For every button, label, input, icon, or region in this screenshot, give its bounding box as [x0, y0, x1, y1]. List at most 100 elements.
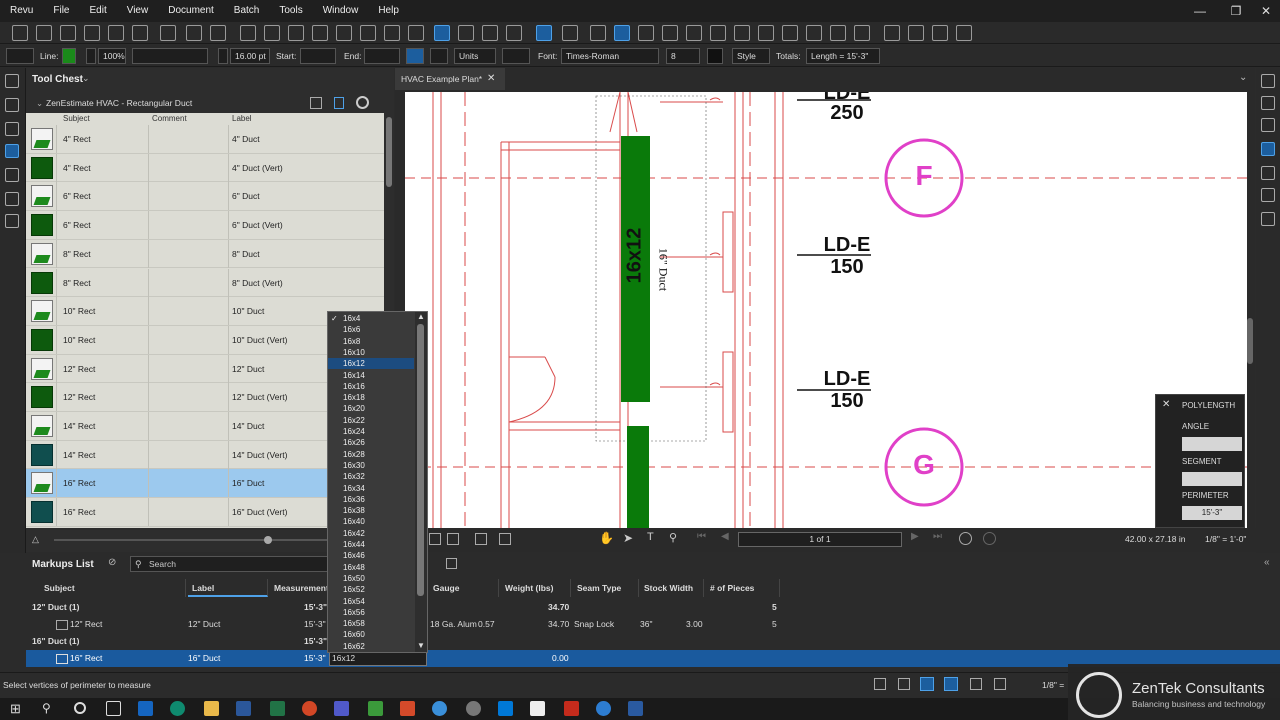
line-width-stepper[interactable] [218, 48, 228, 64]
tool-row[interactable]: 8" Rect 8" Duct [26, 239, 384, 269]
size-slider[interactable] [54, 539, 334, 541]
tool-row[interactable]: 8" Rect 8" Duct (Vert) [26, 268, 384, 298]
tab-menu-chevron-icon[interactable]: ⌄ [1239, 72, 1247, 83]
menu-document[interactable]: Document [158, 0, 224, 22]
dropdown-option[interactable]: 16x62 [328, 641, 414, 652]
ellipse-tool-icon[interactable] [384, 25, 400, 41]
font-select[interactable]: Times-Roman [561, 48, 659, 64]
dropdown-option[interactable]: 16x48 [328, 562, 414, 573]
gear-icon[interactable] [356, 96, 369, 109]
text-select-icon[interactable]: T [647, 531, 654, 543]
snap-to-content-icon[interactable] [920, 677, 934, 691]
reuse-icon[interactable] [970, 678, 982, 690]
rectangle-tool-icon[interactable] [360, 25, 376, 41]
count-measure-icon[interactable] [758, 25, 774, 41]
app-icon-pdf[interactable] [564, 701, 579, 716]
size-slider-thumb[interactable] [264, 536, 272, 544]
outlook-icon[interactable] [138, 701, 153, 716]
next-page-icon[interactable]: ▶ [911, 531, 919, 542]
collapse-chevron-icon[interactable]: ⌄ [36, 94, 43, 112]
tool-row[interactable]: 6" Rect 6" Duct [26, 182, 384, 212]
select-arrow-icon[interactable]: ➤ [623, 531, 633, 545]
font-size-select[interactable]: 8 [666, 48, 700, 64]
status-scale[interactable]: 1/8" = [1042, 680, 1064, 690]
snapshot-icon[interactable] [884, 25, 900, 41]
canvas-scroll-thumb[interactable] [1247, 318, 1253, 364]
line-width-field[interactable]: 16.00 pt [230, 48, 270, 64]
column-measurement[interactable]: Measurement [270, 579, 329, 597]
taskbar-search-icon[interactable]: ⚲ [42, 701, 51, 715]
search-icon[interactable] [1261, 188, 1275, 202]
export-icon[interactable] [446, 558, 457, 569]
dropdown-option[interactable]: 16x24 [328, 426, 414, 437]
crop-icon[interactable] [908, 25, 924, 41]
page-scale[interactable]: 1/8" = 1'-0" [1205, 534, 1246, 544]
measurements-icon[interactable] [1261, 96, 1275, 110]
text-tool-icon[interactable] [12, 25, 28, 41]
forms-icon[interactable] [1261, 118, 1275, 132]
stamp-tool-icon[interactable] [160, 25, 176, 41]
length-tool-icon[interactable] [590, 25, 606, 41]
segment-field[interactable] [1182, 472, 1242, 486]
dropdown-option[interactable]: ✓ 16x4 [328, 313, 414, 324]
column-weight[interactable]: Weight (lbs) [501, 579, 571, 597]
bookmarks-icon[interactable] [5, 98, 19, 112]
studio-icon[interactable] [1261, 212, 1275, 226]
style-select[interactable]: Style [732, 48, 770, 64]
size-dropdown-list[interactable]: ✓ 16x4 16x6 16x8 16x10 16x12 16x14 16x16 16x18 16… [327, 311, 428, 653]
dropdown-option[interactable]: 16x14 [328, 370, 414, 381]
cutout-icon[interactable] [806, 25, 822, 41]
calibrate-icon[interactable] [854, 25, 870, 41]
dropdown-option[interactable]: 16x50 [328, 573, 414, 584]
bluebeam-revu-icon[interactable] [596, 701, 611, 716]
expand-icon[interactable] [310, 97, 322, 109]
volume-measure-icon[interactable] [686, 25, 702, 41]
dropdown-option[interactable]: 16x28 [328, 449, 414, 460]
minimize-icon[interactable]: — [1180, 0, 1220, 22]
snap-to-grid-icon[interactable] [898, 678, 910, 690]
arrow-tool-icon[interactable] [132, 25, 148, 41]
dynamic-fill-icon[interactable] [782, 25, 798, 41]
powerpoint-icon[interactable] [302, 701, 317, 716]
tool-row[interactable]: 4" Rect 4" Duct [26, 125, 384, 154]
last-page-icon[interactable]: ⏭ [933, 531, 942, 542]
dropdown-option[interactable]: 16x6 [328, 324, 414, 335]
grid-icon[interactable] [874, 678, 886, 690]
split-view-icon[interactable] [429, 533, 441, 545]
word-icon[interactable] [236, 701, 251, 716]
units-select[interactable]: Units [454, 48, 496, 64]
scroll-up-icon[interactable]: ▲ [417, 312, 425, 321]
filter-icon[interactable]: ⊘ [108, 557, 116, 568]
app-icon-gray[interactable] [466, 701, 481, 716]
pen-tool-icon[interactable] [60, 25, 76, 41]
font-color-swatch[interactable] [707, 48, 723, 64]
markups-list-title[interactable]: Markups List [32, 559, 94, 570]
edge-icon[interactable] [170, 701, 185, 716]
file-access-icon[interactable] [5, 192, 19, 206]
menu-window[interactable]: Window [313, 0, 369, 22]
app-icon-red[interactable] [400, 701, 415, 716]
radius-measure-icon[interactable] [734, 25, 750, 41]
column-subject[interactable]: Subject [40, 579, 186, 597]
line-style-select[interactable] [132, 48, 208, 64]
teams-icon[interactable] [334, 701, 349, 716]
prev-page-icon[interactable]: ◀ [721, 531, 729, 542]
dropdown-option[interactable]: 16x56 [328, 607, 414, 618]
menu-help[interactable]: Help [368, 0, 409, 22]
highlight-tool-icon[interactable] [36, 25, 52, 41]
tool-row[interactable]: 4" Rect 4" Duct (Vert) [26, 153, 384, 183]
dropdown-option[interactable]: 16x58 [328, 618, 414, 629]
cortana-icon[interactable] [74, 702, 86, 714]
close-tab-icon[interactable]: ✕ [487, 68, 495, 90]
collapse-panel-icon[interactable]: « [1264, 557, 1270, 568]
line-color-swatch[interactable] [62, 48, 76, 64]
dropdown-option[interactable]: 16x32 [328, 471, 414, 482]
menu-view[interactable]: View [117, 0, 159, 22]
chevron-down-icon[interactable]: ⌄ [82, 73, 90, 84]
signatures-icon[interactable] [5, 214, 19, 228]
arc-tool-icon[interactable] [288, 25, 304, 41]
close-icon[interactable]: ✕ [1246, 0, 1280, 22]
select-tool-icon[interactable] [210, 25, 226, 41]
dropdown-scroll-thumb[interactable] [417, 324, 424, 596]
dropdown-option[interactable]: 16x54 [328, 596, 414, 607]
